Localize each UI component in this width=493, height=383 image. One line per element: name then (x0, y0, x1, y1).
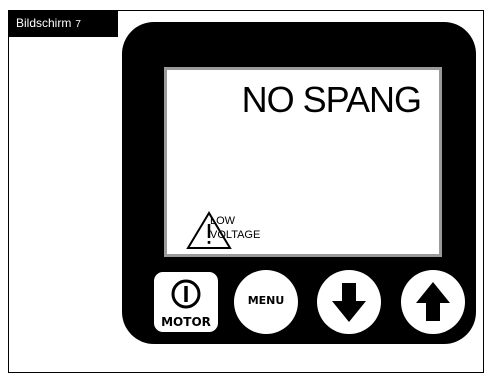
warning-line-2: VOLTAGE (210, 229, 261, 241)
figure-tag-label: Bildschirm (16, 16, 72, 30)
low-voltage-warning: LOW VOLTAGE (210, 214, 260, 242)
control-panel: NO SPANG LOW VOLTAGE MOTOR MENU (122, 22, 476, 344)
motor-button[interactable]: MOTOR (151, 269, 221, 335)
display-message: NO SPANG (241, 79, 422, 120)
figure-tag-number: 7 (75, 19, 81, 30)
arrow-down-icon (332, 283, 366, 322)
figure-tag: Bildschirm 7 (8, 10, 118, 37)
up-button[interactable] (401, 270, 465, 334)
menu-button-label: MENU (247, 294, 285, 307)
lcd-display: NO SPANG LOW VOLTAGE (164, 67, 442, 257)
menu-button[interactable]: MENU (234, 270, 298, 334)
arrow-up-icon (416, 282, 450, 321)
down-button[interactable] (317, 270, 381, 334)
warning-line-1: LOW (210, 215, 236, 227)
motor-button-label: MOTOR (161, 315, 211, 329)
